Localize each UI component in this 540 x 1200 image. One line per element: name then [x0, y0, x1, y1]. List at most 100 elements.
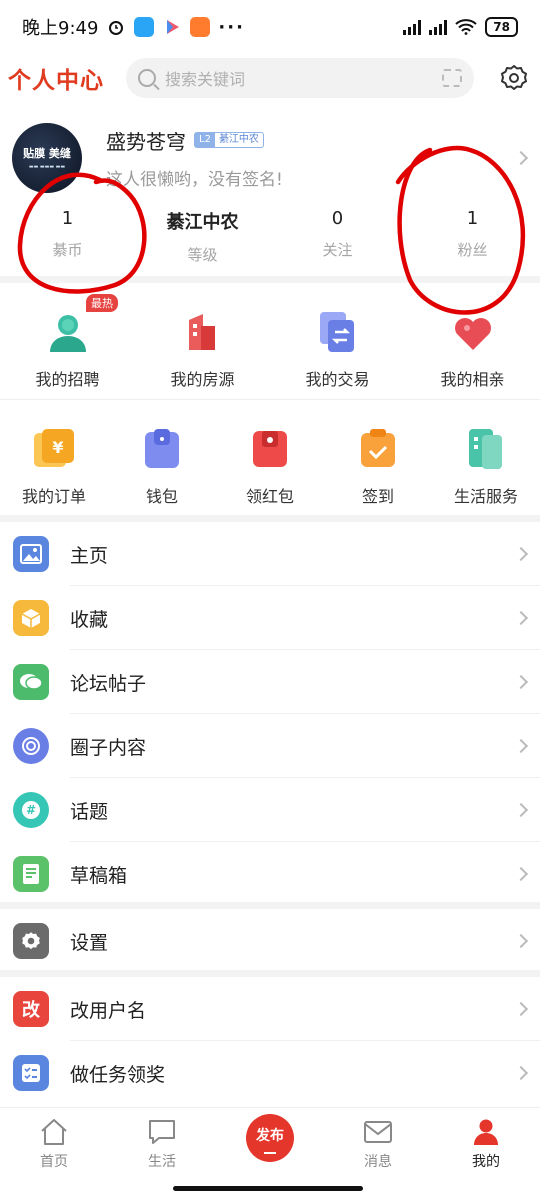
tab-label: 我的 — [472, 1154, 500, 1170]
service-red-packet[interactable]: 领红包 — [216, 427, 324, 507]
red-packet-icon — [253, 431, 287, 467]
tab-life[interactable]: 生活 — [108, 1108, 216, 1179]
task-icon — [13, 1055, 49, 1091]
stat-following[interactable]: 0 关注 — [270, 208, 405, 274]
svg-text:#: # — [26, 803, 36, 817]
menu-list-content: 主页 收藏 论坛帖子 圈子内容 # 话题 草稿箱 — [0, 522, 540, 906]
service-grid: ¥ 我的订单 钱包 领红包 签到 生活服务 — [0, 427, 540, 507]
menu-label: 设置 — [70, 931, 109, 954]
menu-item-circle-content[interactable]: 圈子内容 — [0, 714, 540, 778]
avatar-fineprint-graphic: ▬▬ ▬▬▬ ▬▬ — [28, 164, 66, 170]
more-dots-icon: ··· — [218, 16, 245, 38]
stat-followers[interactable]: 1 粉丝 — [405, 208, 540, 274]
service-label: 生活服务 — [453, 487, 518, 506]
user-signature: 这人很懒哟，没有签名! — [106, 169, 283, 190]
section-divider — [0, 276, 540, 283]
tab-messages[interactable]: 消息 — [324, 1108, 432, 1179]
feature-recruit[interactable]: 最热 我的招聘 — [0, 294, 135, 390]
chevron-right-icon — [513, 933, 529, 949]
menu-item-forum-posts[interactable]: 论坛帖子 — [0, 650, 540, 714]
stat-value: 1 — [466, 208, 479, 229]
profile-card[interactable]: 贴膜 美缝 ▬▬ ▬▬▬ ▬▬ 盛势苍穹 L2 綦江中农 这人很懒哟，没有签名! — [0, 115, 540, 200]
stat-level[interactable]: 綦江中农 等级 — [135, 208, 270, 274]
menu-item-topics[interactable]: # 话题 — [0, 778, 540, 842]
status-bar: 晚上9:49 ··· 78 — [0, 0, 540, 54]
menu-item-tasks[interactable]: 做任务领奖 — [0, 1041, 540, 1105]
gesture-home-bar[interactable] — [173, 1186, 363, 1191]
home-icon — [41, 1119, 67, 1145]
heart-icon — [454, 318, 491, 350]
level-badge-code: L2 — [195, 133, 215, 147]
tab-home[interactable]: 首页 — [0, 1108, 108, 1179]
service-wallet[interactable]: 钱包 — [108, 427, 216, 507]
alarm-icon — [109, 21, 124, 35]
feature-label: 我的房源 — [170, 370, 235, 389]
header: 个人中心 搜索关键词 — [0, 54, 540, 102]
stat-label: 等级 — [187, 246, 218, 264]
search-input[interactable]: 搜索关键词 — [126, 58, 474, 98]
menu-list-account: 改 改用户名 做任务领奖 — [0, 977, 540, 1105]
section-divider — [0, 902, 540, 909]
tab-mine[interactable]: 我的 — [432, 1108, 540, 1179]
user-name: 盛势苍穹 — [106, 129, 186, 154]
circle-icon — [13, 728, 49, 764]
service-label: 我的订单 — [21, 487, 86, 506]
user-icon — [474, 1119, 498, 1145]
stat-value: 1 — [61, 208, 74, 229]
image-icon — [13, 536, 49, 572]
draft-icon — [13, 856, 49, 892]
publish-label: 发布 — [256, 1128, 284, 1144]
stat-label: 綦币 — [52, 241, 83, 259]
section-divider — [0, 515, 540, 522]
yuan-order-icon: ¥ — [34, 429, 74, 467]
menu-item-favorites[interactable]: 收藏 — [0, 586, 540, 650]
service-life[interactable]: 生活服务 — [432, 427, 540, 507]
feature-trade[interactable]: 我的交易 — [270, 310, 405, 390]
menu-item-settings[interactable]: 设置 — [0, 909, 540, 973]
feature-label: 我的相亲 — [440, 370, 505, 389]
chevron-right-icon — [513, 150, 529, 165]
chevron-right-icon — [513, 610, 529, 626]
svg-text:¥: ¥ — [52, 438, 63, 457]
menu-label: 草稿箱 — [70, 864, 128, 887]
search-placeholder: 搜索关键词 — [165, 70, 246, 89]
menu-item-rename[interactable]: 改 改用户名 — [0, 977, 540, 1041]
service-label: 钱包 — [145, 487, 178, 506]
menu-item-drafts[interactable]: 草稿箱 — [0, 842, 540, 906]
menu-label: 做任务领奖 — [70, 1063, 166, 1086]
stat-coins[interactable]: 1 綦币 — [0, 208, 135, 274]
scan-icon[interactable] — [442, 69, 462, 87]
stat-value: 綦江中农 — [166, 212, 239, 233]
feature-label: 我的招聘 — [35, 370, 100, 389]
tab-label: 生活 — [148, 1154, 176, 1170]
settings-gear-icon[interactable] — [498, 62, 530, 94]
stat-label: 粉丝 — [457, 241, 488, 259]
chevron-right-icon — [513, 1065, 529, 1081]
divider-line — [0, 399, 540, 400]
tab-publish[interactable]: 发布 — [216, 1108, 324, 1179]
feature-dating[interactable]: 我的相亲 — [405, 310, 540, 390]
bottom-tab-bar: 首页 生活 发布 消息 我的 — [0, 1107, 540, 1179]
chevron-right-icon — [513, 866, 529, 882]
shop-app-icon — [190, 17, 211, 37]
chevron-right-icon — [513, 546, 529, 562]
publish-button[interactable]: 发布 — [246, 1113, 294, 1162]
service-label: 领红包 — [245, 487, 294, 506]
feature-grid: 最热 我的招聘 我的房源 我的交易 我的相亲 — [0, 294, 540, 390]
play-icon — [167, 20, 180, 34]
life-service-icon — [469, 429, 502, 469]
stat-label: 关注 — [322, 241, 353, 259]
service-checkin[interactable]: 签到 — [324, 427, 432, 507]
avatar[interactable]: 贴膜 美缝 ▬▬ ▬▬▬ ▬▬ — [12, 122, 82, 193]
feature-label: 我的交易 — [305, 370, 370, 389]
cloud-app-icon — [134, 17, 155, 37]
gear-icon — [13, 923, 49, 959]
menu-item-homepage[interactable]: 主页 — [0, 522, 540, 586]
signal-2-icon — [429, 19, 448, 35]
tab-label: 首页 — [40, 1154, 68, 1170]
service-orders[interactable]: ¥ 我的订单 — [0, 427, 108, 507]
level-badge-name: 綦江中农 — [218, 134, 259, 145]
feature-housing[interactable]: 我的房源 — [135, 310, 270, 390]
status-time: 晚上9:49 — [22, 18, 99, 39]
stat-value: 0 — [331, 208, 344, 229]
